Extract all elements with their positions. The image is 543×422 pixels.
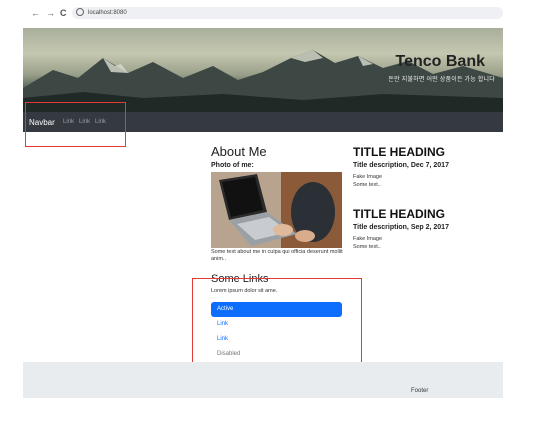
post-description-1: Title description, Dec 7, 2017 [353, 162, 449, 169]
hero-banner: Tenco Bank 돈만 지불하면 어떤 상품이든 가능 합니다 [23, 28, 503, 112]
about-text: Some text about me in culpa qui officia … [211, 249, 343, 262]
post-image-2: Fake Image [353, 236, 383, 242]
highlight-box-navbar [25, 102, 126, 147]
about-heading: About Me [211, 144, 267, 159]
photo-label: Photo of me: [211, 162, 254, 169]
footer: Footer [23, 362, 503, 398]
post-text-2: Some text.. [353, 244, 381, 250]
post-title-1: TITLE HEADING [353, 145, 445, 159]
brand-title: Tenco Bank [395, 53, 486, 70]
photo-image [211, 172, 342, 248]
post-image-1: Fake Image [353, 174, 383, 180]
post-description-2: Title description, Sep 2, 2017 [353, 224, 449, 231]
highlight-box-links [192, 278, 362, 365]
info-icon[interactable] [76, 8, 84, 16]
browser-toolbar: ← → C localhost:8080 [0, 0, 543, 24]
post-title-2: TITLE HEADING [353, 207, 445, 221]
back-icon[interactable]: ← [31, 8, 40, 18]
brand-tagline: 돈만 지불하면 어떤 상품이든 가능 합니다 [388, 77, 495, 83]
forward-icon[interactable]: → [46, 8, 55, 18]
footer-text: Footer [411, 388, 429, 394]
address-bar[interactable] [72, 7, 503, 19]
url-text[interactable]: localhost:8080 [88, 8, 127, 18]
reload-icon[interactable]: C [60, 8, 67, 18]
post-text-1: Some text.. [353, 182, 381, 188]
